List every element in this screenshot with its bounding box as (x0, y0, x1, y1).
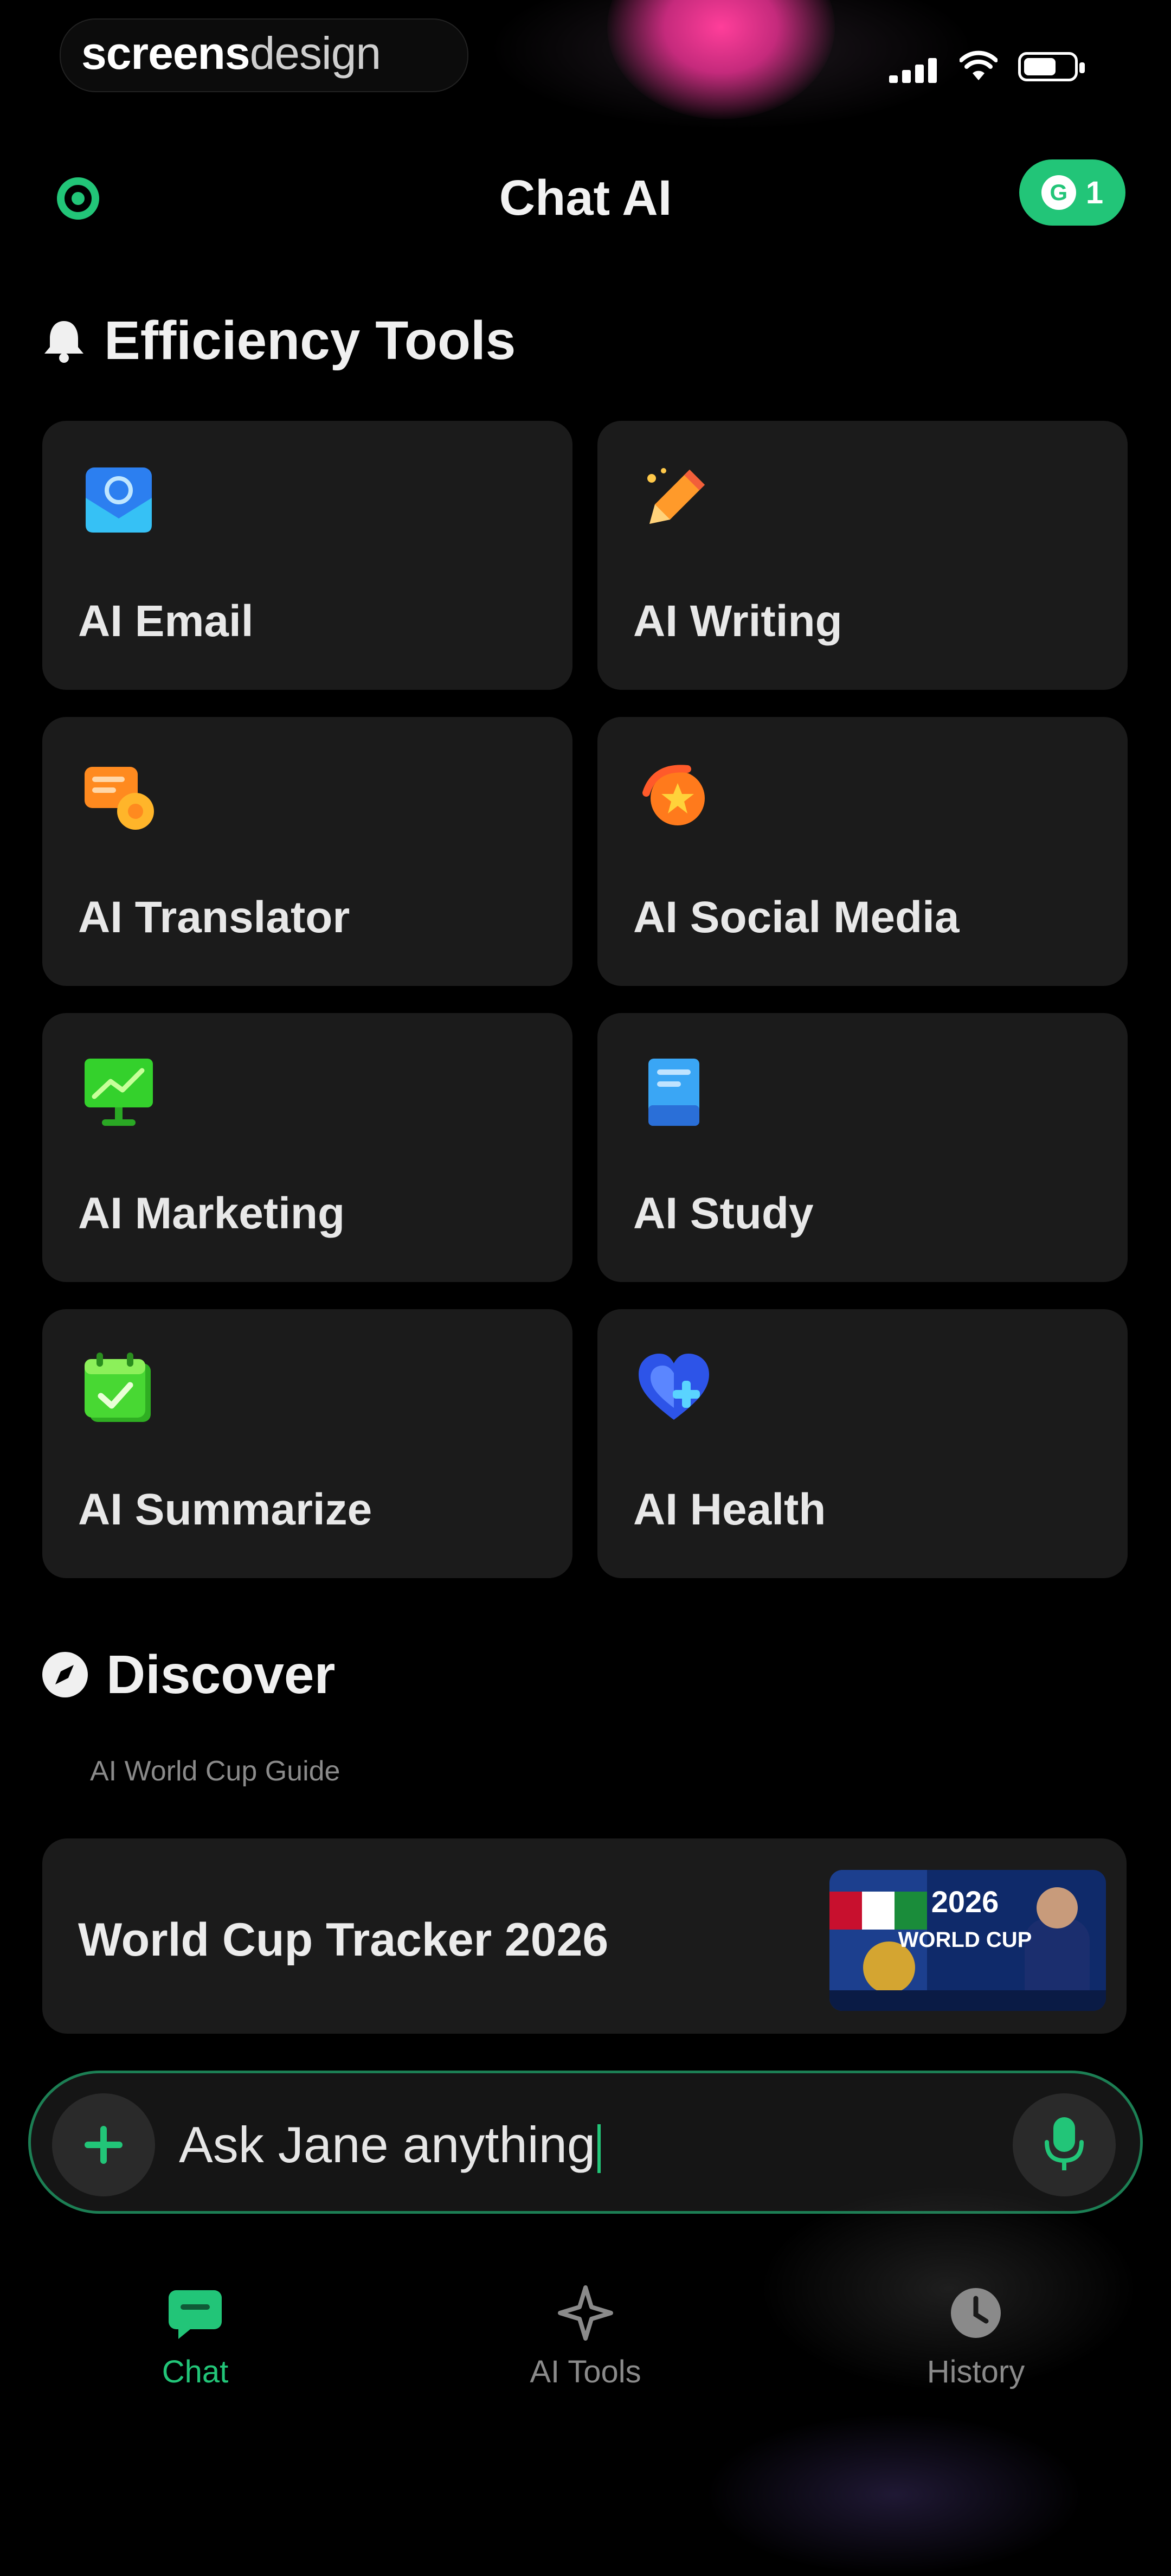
tool-label: AI Translator (78, 893, 350, 942)
marketing-chart-icon (85, 1059, 153, 1126)
world-cup-thumbnail: 2026 WORLD CUP (829, 1870, 1106, 2011)
tool-label: AI Social Media (633, 893, 960, 942)
brand-logo: screensdesign (81, 27, 381, 79)
calendar-check-icon (85, 1353, 151, 1422)
chat-input-placeholder: Ask Jane anything (179, 2116, 596, 2173)
discover-heading: Discover (39, 1642, 335, 1707)
battery-icon (1018, 52, 1085, 81)
tool-card-ai-email[interactable]: AI Email (42, 421, 572, 690)
tool-card-ai-summarize[interactable]: AI Summarize (42, 1309, 572, 1578)
tool-label: AI Health (633, 1485, 826, 1534)
tool-card-ai-writing[interactable]: AI Writing (597, 421, 1128, 690)
tab-label: Chat (162, 2354, 229, 2389)
tool-label: AI Study (633, 1189, 814, 1238)
compass-icon (42, 1652, 88, 1697)
brand-light: design (249, 28, 382, 79)
voice-input-button[interactable] (1013, 2093, 1116, 2196)
discover-title: Discover (106, 1644, 336, 1705)
tool-card-ai-marketing[interactable]: AI Marketing (42, 1013, 572, 1282)
page-title: Chat AI (499, 170, 672, 226)
coin-badge[interactable]: G 1 (1019, 159, 1125, 226)
add-attachment-button[interactable] (52, 2093, 155, 2196)
heart-plus-icon (639, 1354, 709, 1420)
book-icon (648, 1059, 699, 1126)
tab-ai-tools[interactable]: AI Tools (477, 2278, 694, 2390)
thumb-title-text: WORLD CUP (898, 1928, 1032, 1952)
ai-sparkle-icon (558, 2285, 613, 2341)
tool-card-ai-study[interactable]: AI Study (597, 1013, 1128, 1282)
efficiency-tools-title: Efficiency Tools (104, 310, 516, 371)
pencil-icon (647, 468, 705, 524)
tab-label: AI Tools (530, 2354, 641, 2389)
world-cup-tracker-title: World Cup Tracker 2026 (78, 1914, 609, 1966)
discover-subtitle: AI World Cup Guide (90, 1755, 340, 1787)
efficiency-tools-heading: Efficiency Tools (39, 308, 516, 373)
tool-label: AI Marketing (78, 1189, 345, 1238)
tab-chat[interactable]: Chat (87, 2278, 304, 2390)
tool-label: AI Email (78, 597, 254, 646)
social-media-icon (642, 765, 705, 825)
tab-label: History (926, 2354, 1025, 2389)
text-caret (597, 2124, 601, 2174)
clock-icon (951, 2288, 1001, 2338)
coin-count: 1 (1085, 175, 1104, 210)
wifi-icon (960, 50, 998, 80)
tool-label: AI Summarize (78, 1485, 372, 1534)
plus-icon (85, 2126, 123, 2164)
brand-bold: screens (81, 28, 250, 79)
chat-input[interactable]: Ask Jane anything (179, 2115, 601, 2175)
coin-icon: G (1041, 175, 1076, 210)
bell-icon (44, 321, 83, 363)
tool-label: AI Writing (633, 597, 842, 646)
thumb-year-text: 2026 (931, 1885, 999, 1919)
microphone-icon (1045, 2117, 1084, 2170)
signal-icon (889, 57, 938, 83)
chat-bubble-icon (169, 2290, 222, 2339)
home-indicator-glow (705, 2413, 1084, 2576)
translate-bubbles-icon (85, 767, 154, 830)
email-icon (86, 467, 152, 533)
tool-card-ai-social-media[interactable]: AI Social Media (597, 717, 1128, 986)
tab-history[interactable]: History (867, 2278, 1084, 2390)
tool-card-ai-health[interactable]: AI Health (597, 1309, 1128, 1578)
tool-card-ai-translator[interactable]: AI Translator (42, 717, 572, 986)
